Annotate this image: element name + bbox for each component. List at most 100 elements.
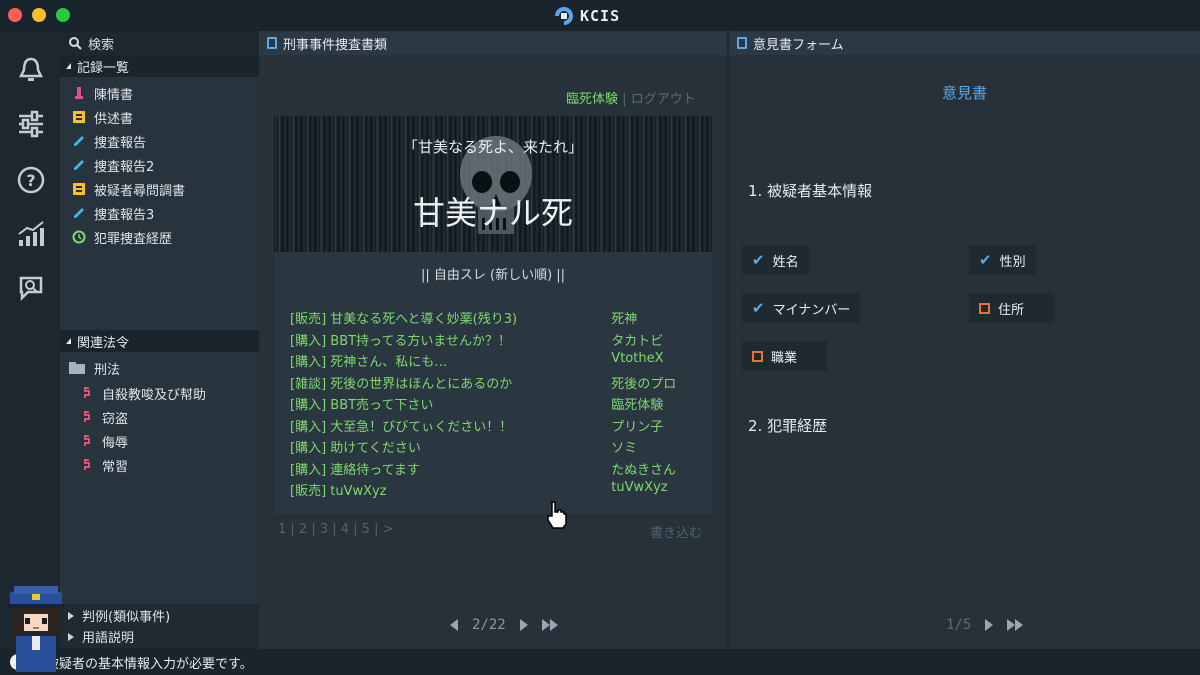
thread-row[interactable]: [購入] 助けてください ソミ — [290, 437, 700, 458]
sidebar-item-record-0[interactable]: 陳情書 — [60, 81, 259, 105]
law-folder-label: 刑法 — [94, 362, 121, 378]
maximize-window-button[interactable] — [56, 8, 70, 22]
middle-page-nav: 2/22 — [450, 617, 558, 633]
status-bar: 被疑者の基本情報入力が必要です。 — [0, 649, 1200, 675]
search-icon — [69, 37, 82, 50]
pen-icon — [75, 87, 83, 99]
forum-banner: 「甘美なる死よ、来たれ」 甘美ナル死 — [274, 116, 712, 252]
field-label: 職業 — [771, 350, 798, 366]
check-icon: ✔ — [979, 251, 992, 269]
unchecked-box-icon — [752, 350, 763, 362]
pencil-icon — [74, 160, 84, 170]
right-panel-title: 意見書フォーム — [753, 37, 844, 53]
thread-subject: [購入] 大至急！びびてぃください！！ — [290, 419, 513, 435]
thread-subject: [購入] BBT売って下さい — [290, 398, 434, 413]
hand-cursor-icon — [547, 501, 567, 529]
thread-row[interactable]: [雑談] 死後の世界はほんとにあるのか 死後のプロ — [290, 373, 700, 394]
sidebar-item-record-4[interactable]: 被疑者尋問調書 — [60, 177, 259, 201]
kcis-logo-icon — [555, 7, 573, 25]
logout-link[interactable]: ログアウト — [631, 92, 696, 107]
field-occupation[interactable]: 職業 — [742, 341, 828, 371]
record-label: 陳情書 — [94, 87, 134, 103]
record-label: 捜査報告3 — [94, 207, 155, 223]
sidebar-search[interactable]: 検索 — [60, 31, 259, 55]
last-page-button[interactable] — [541, 619, 558, 631]
title-bar: KCIS — [0, 0, 1200, 31]
sidebar-item-law-3[interactable]: 常習 — [60, 453, 259, 477]
thread-author: 死神 — [611, 312, 638, 327]
form-section-criminal-record: 2. 犯罪経歴 — [748, 417, 828, 435]
board-header: || 自由スレ (新しい順) || — [420, 268, 566, 283]
sliders-icon[interactable] — [14, 107, 48, 141]
sidebar-item-record-5[interactable]: 捜査報告3 — [60, 201, 259, 225]
field-name[interactable]: ✔ 姓名 — [742, 245, 809, 275]
field-my-number[interactable]: ✔ マイナンバー — [742, 293, 861, 323]
sidebar-item-law-2[interactable]: 侮辱 — [60, 429, 259, 453]
svg-text:?: ? — [26, 171, 35, 190]
collapse-triangle-icon — [66, 338, 71, 344]
app-logo: KCIS — [554, 6, 620, 26]
thread-author: 死後のプロ — [611, 376, 677, 392]
field-gender[interactable]: ✔ 性別 — [969, 245, 1036, 275]
thread-pager[interactable]: 1 | 2 | 3 | 4 | 5 | > — [278, 522, 393, 537]
expand-triangle-icon — [68, 611, 74, 620]
thread-row[interactable]: [購入] BBT売って下さい 臨死体験 — [290, 394, 700, 415]
prev-page-button[interactable] — [450, 619, 458, 631]
sidebar-item-record-6[interactable]: 犯罪捜査経歴 — [60, 225, 259, 249]
thread-row[interactable]: [購入] 連絡待ってます たぬきさん — [290, 459, 700, 480]
sidebar: 検索 記録一覧 陳情書 供述書 捜査報告 捜査報告2 被疑者尋問調書 捜査報告3… — [60, 31, 259, 604]
sidebar-collapsed-sections: 判例(類似事件) 用語説明 — [60, 604, 259, 649]
thread-author: tuVwXyz — [611, 480, 668, 495]
record-label: 捜査報告 — [94, 135, 147, 151]
status-message: 被疑者の基本情報入力が必要です。 — [46, 656, 253, 672]
thread-row[interactable]: [購入] 死神さん、私にも… VtotheX — [290, 351, 700, 372]
right-panel-header: 意見書フォーム — [729, 31, 1200, 55]
thread-row[interactable]: [販売] 甘美なる死へと導く妙薬(残り3) 死神 — [290, 308, 700, 329]
sidebar-item-precedents[interactable]: 判例(類似事件) — [60, 605, 259, 626]
thread-row[interactable]: [購入] BBT持ってる方いませんか？！ タカトビ — [290, 330, 700, 351]
user-links: 臨死体験 | ログアウト — [566, 88, 696, 107]
sidebar-item-record-3[interactable]: 捜査報告2 — [60, 153, 259, 177]
sidebar-item-law-folder[interactable]: 刑法 — [60, 356, 259, 380]
laws-title: 関連法令 — [77, 335, 130, 351]
last-page-button[interactable] — [1007, 619, 1024, 631]
help-icon[interactable]: ? — [14, 163, 48, 197]
user-link[interactable]: 臨死体験 — [566, 92, 618, 107]
records-section-header[interactable]: 記録一覧 — [60, 55, 259, 77]
field-address[interactable]: 住所 — [969, 293, 1055, 323]
separator: | — [622, 92, 627, 107]
unchecked-box-icon — [979, 302, 990, 314]
close-window-button[interactable] — [8, 8, 22, 22]
chart-icon[interactable] — [14, 217, 48, 251]
minimize-window-button[interactable] — [32, 8, 46, 22]
middle-panel-title: 刑事事件捜査書類 — [283, 37, 388, 53]
form-section-suspect-info: 1. 被疑者基本情報 — [748, 182, 873, 200]
pencil-icon — [74, 136, 84, 146]
sidebar-item-law-0[interactable]: 自殺教唆及び幇助 — [60, 381, 259, 405]
banner-quote: 「甘美なる死よ、来たれ」 — [402, 138, 583, 156]
sidebar-item-record-1[interactable]: 供述書 — [60, 105, 259, 129]
thread-row[interactable]: [販売] tuVwXyz tuVwXyz — [290, 480, 700, 501]
note-icon — [73, 111, 85, 123]
thread-author: タカトビ — [611, 333, 664, 349]
next-page-button[interactable] — [985, 619, 994, 631]
thread-row[interactable]: [購入] 大至急！びびてぃください！！ プリン子 — [290, 416, 700, 437]
search-label: 検索 — [88, 37, 115, 53]
write-post-button[interactable]: 書き込む — [650, 522, 702, 541]
next-page-button[interactable] — [519, 619, 528, 631]
sidebar-item-glossary[interactable]: 用語説明 — [60, 626, 259, 647]
record-label: 犯罪捜査経歴 — [94, 231, 173, 247]
chat-search-icon[interactable] — [14, 271, 48, 305]
bell-icon[interactable] — [14, 53, 48, 87]
officer-avatar — [8, 586, 64, 672]
right-page-indicator: 1/5 — [946, 617, 972, 633]
thread-author: ソミ — [611, 441, 638, 456]
sidebar-item-record-2[interactable]: 捜査報告 — [60, 129, 259, 153]
law-label: 自殺教唆及び幇助 — [102, 387, 207, 403]
sidebar-item-law-1[interactable]: 窃盗 — [60, 405, 259, 429]
laws-section-header[interactable]: 関連法令 — [60, 330, 259, 352]
thread-author: プリン子 — [611, 419, 664, 435]
law-icon — [84, 459, 90, 470]
thread-author: VtotheX — [611, 351, 664, 366]
records-title: 記録一覧 — [77, 60, 130, 76]
